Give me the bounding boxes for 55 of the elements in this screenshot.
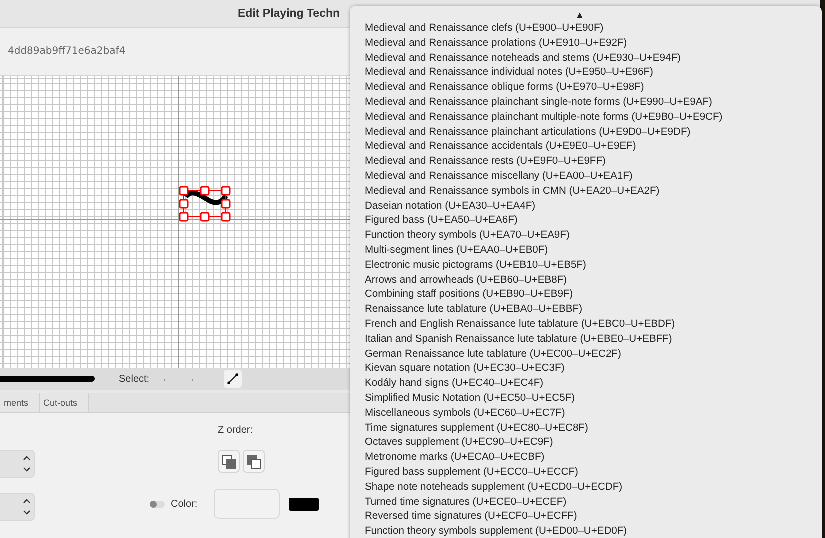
menu-item[interactable]: Kievan square notation (U+EC30–U+EC3F) [365, 362, 822, 378]
menu-item[interactable]: Multi-segment lines (U+EAA0–U+EB0F) [365, 244, 822, 259]
menu-item[interactable]: Daseian notation (U+EA30–U+EA4F) [365, 200, 822, 214]
tab[interactable]: ments [0, 393, 40, 412]
menu-item[interactable]: Medieval and Renaissance plainchant multiple-note forms (U+E9B0–U+E9CF) [365, 110, 822, 126]
menu-item[interactable]: Arrows and arrowheads (U+EB60–U+EB8F) [365, 274, 822, 288]
layers-icon [221, 454, 237, 470]
menu-item[interactable]: Medieval and Renaissance miscellany (U+EA00–U+EA1F) [365, 170, 822, 185]
menu-item[interactable]: Shape note noteheads supplement (U+ECD0–U+ECDF) [365, 480, 822, 496]
menu-item[interactable]: Medieval and Renaissance noteheads and stems (U+E930–U+E94F) [365, 52, 822, 66]
line-tool-icon [226, 372, 240, 386]
menu-item[interactable]: Italian and Spanish Renaissance lute tablature (U+EBE0–U+EBFF) [365, 332, 822, 348]
menu-item[interactable]: Medieval and Renaissance symbols in CMN (U+EA20–U+EA2F) [365, 184, 822, 200]
menu-item[interactable]: Medieval and Renaissance plainchant single-note forms (U+E990–U+E9AF) [365, 96, 822, 111]
menu-item[interactable]: Turned time signatures (U+ECE0–U+ECEF) [365, 496, 822, 510]
menu-item[interactable]: Electronic music pictograms (U+EB10–U+EB5F) [365, 258, 822, 274]
menu-item[interactable]: Combining staff positions (U+EB90–U+EB9F) [365, 288, 822, 304]
menu-item[interactable]: Metronome marks (U+ECA0–U+ECBF) [365, 451, 822, 466]
menu-item[interactable]: Function theory symbols supplement (U+ED00–U+ED0F) [365, 525, 822, 538]
color-toggle[interactable] [150, 500, 165, 508]
color-swatch[interactable] [288, 498, 319, 510]
z-order-label: Z order: [218, 425, 254, 436]
menu-item[interactable]: Medieval and Renaissance clefs (U+E900–U+E90F) [365, 22, 822, 37]
menu-item[interactable]: Medieval and Renaissance oblique forms (U+E970–U+E98F) [365, 81, 822, 96]
menu-item[interactable]: Miscellaneous symbols (U+EC60–U+EC7F) [365, 406, 822, 422]
menu-item[interactable]: Time signatures supplement (U+EC80–U+EC8F) [365, 422, 822, 436]
menu-item[interactable]: Figured bass (U+EA50–U+EA6F) [365, 214, 822, 230]
tab[interactable]: Cut-outs [40, 393, 89, 412]
menu-item[interactable]: Function theory symbols (U+EA70–U+EA9F) [365, 229, 822, 244]
menu-item[interactable]: Figured bass supplement (U+ECC0–U+ECCF) [365, 466, 822, 481]
menu-item[interactable]: Octaves supplement (U+EC90–U+EC9F) [365, 436, 822, 452]
menu-item[interactable]: Medieval and Renaissance individual notes (U+E950–U+E96F) [365, 66, 822, 82]
menu-item[interactable]: Renaissance lute tablature (U+EBA0–U+EBBF) [365, 303, 822, 318]
menu-item[interactable]: Kodály hand signs (U+EC40–U+EC4F) [365, 377, 822, 392]
color-field[interactable] [214, 489, 280, 519]
selected-glyph-drawing[interactable] [178, 185, 234, 225]
color-label: Color: [171, 498, 198, 510]
send-backward-button[interactable] [243, 450, 265, 473]
menu-item[interactable]: Reversed time signatures (U+ECF0–U+ECFF) [365, 510, 822, 526]
number-field[interactable] [0, 493, 35, 521]
menu-item[interactable]: Medieval and Renaissance rests (U+E9F0–U+E9FF) [365, 155, 822, 170]
select-label: Select: [119, 374, 150, 384]
menu-item[interactable]: Simplified Music Notation (U+EC50–U+EC5F) [365, 392, 822, 407]
menu-item[interactable]: German Renaissance lute tablature (U+EC00–U+EC2F) [365, 348, 822, 362]
bring-forward-button[interactable] [218, 450, 240, 473]
layers-icon [246, 454, 262, 470]
line-tool-button[interactable] [224, 370, 242, 388]
menu-item[interactable]: French and English Renaissance lute tablature (U+EBC0–U+EBDF) [365, 318, 822, 333]
menu-item[interactable]: Medieval and Renaissance prolations (U+E910–U+E92F) [365, 36, 822, 52]
window-title: Edit Playing Techn [238, 8, 340, 20]
menu-item[interactable]: Medieval and Renaissance accidentals (U+E9E0–U+E9EF) [365, 140, 822, 156]
id-field[interactable]: 4dd89ab9ff71e6a2baf4 [0, 46, 126, 57]
scroll-up-arrow[interactable]: ▲ [576, 9, 584, 22]
number-field[interactable] [0, 450, 35, 478]
menu-item[interactable]: Medieval and Renaissance plainchant articulations (U+E9D0–U+E9DF) [365, 126, 822, 140]
